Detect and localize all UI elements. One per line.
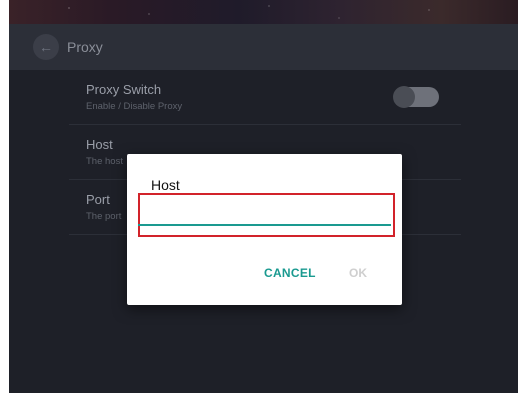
setting-subtitle: Enable / Disable Proxy (86, 101, 183, 112)
setting-subtitle: The port (86, 211, 122, 222)
setting-title: Proxy Switch (86, 82, 162, 97)
arrow-left-icon: ← (39, 39, 53, 55)
host-dialog: Host CANCEL OK (127, 154, 402, 305)
app-bar: ← Proxy (9, 24, 518, 70)
page-title: Proxy (67, 39, 103, 55)
setting-title: Port (86, 192, 110, 207)
input-highlight-box (138, 193, 395, 237)
screen: ← Proxy Proxy Switch Enable / Disable Pr… (9, 0, 518, 393)
wallpaper-strip (9, 0, 518, 24)
cancel-button[interactable]: CANCEL (264, 266, 316, 280)
setting-row-proxy-switch[interactable]: Proxy Switch Enable / Disable Proxy (69, 70, 461, 125)
setting-title: Host (86, 137, 113, 152)
ok-button[interactable]: OK (349, 266, 367, 280)
toggle-knob (393, 86, 415, 108)
proxy-switch-toggle[interactable] (393, 86, 439, 108)
setting-subtitle: The host (86, 156, 123, 167)
back-button[interactable]: ← (33, 34, 59, 60)
dialog-title: Host (151, 177, 180, 193)
host-input[interactable] (138, 224, 391, 226)
